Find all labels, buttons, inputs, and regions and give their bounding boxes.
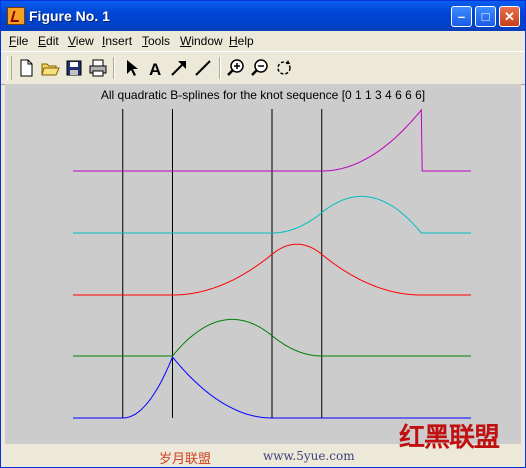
save-icon[interactable] xyxy=(63,57,85,79)
zoom-out-icon[interactable] xyxy=(249,57,271,79)
menu-bar: File Edit View Insert Tools Window Help xyxy=(1,31,525,51)
title-bar[interactable]: Figure No. 1 – □ ✕ xyxy=(1,1,525,31)
matlab-app-icon xyxy=(7,7,25,25)
figure-window: Figure No. 1 – □ ✕ File Edit View Insert… xyxy=(0,0,526,468)
bspline-plot xyxy=(73,108,471,419)
figure-canvas[interactable]: All quadratic B-splines for the knot seq… xyxy=(5,84,521,444)
toolbar-grip[interactable] xyxy=(7,56,12,80)
open-folder-icon[interactable] xyxy=(39,57,61,79)
maximize-button[interactable]: □ xyxy=(475,6,496,27)
menu-edit[interactable]: Edit xyxy=(38,34,59,48)
menu-insert[interactable]: Insert xyxy=(102,34,132,48)
pointer-arrow-icon[interactable] xyxy=(120,57,142,79)
svg-text:A: A xyxy=(149,60,161,79)
line-icon[interactable] xyxy=(192,57,214,79)
menu-file[interactable]: File xyxy=(9,34,28,48)
menu-view[interactable]: View xyxy=(68,34,94,48)
close-button[interactable]: ✕ xyxy=(499,6,520,27)
menu-help[interactable]: Help xyxy=(229,34,254,48)
window-title: Figure No. 1 xyxy=(29,8,110,24)
toolbar: A xyxy=(1,51,525,85)
toolbar-separator xyxy=(219,57,221,79)
menu-window[interactable]: Window xyxy=(180,34,223,48)
toolbar-separator xyxy=(113,57,115,79)
menu-tools[interactable]: Tools xyxy=(142,34,170,48)
zoom-in-icon[interactable] xyxy=(225,57,247,79)
watermark-url: www.5yue.com xyxy=(263,449,355,463)
minimize-button[interactable]: – xyxy=(451,6,472,27)
new-file-icon[interactable] xyxy=(15,57,37,79)
watermark-text: 岁月联盟 xyxy=(159,452,212,467)
text-a-icon[interactable]: A xyxy=(144,57,166,79)
rotate-icon[interactable] xyxy=(273,57,295,79)
print-icon[interactable] xyxy=(87,57,109,79)
arrow-icon[interactable] xyxy=(168,57,190,79)
watermark-logo: 红黑联盟 xyxy=(399,423,500,453)
